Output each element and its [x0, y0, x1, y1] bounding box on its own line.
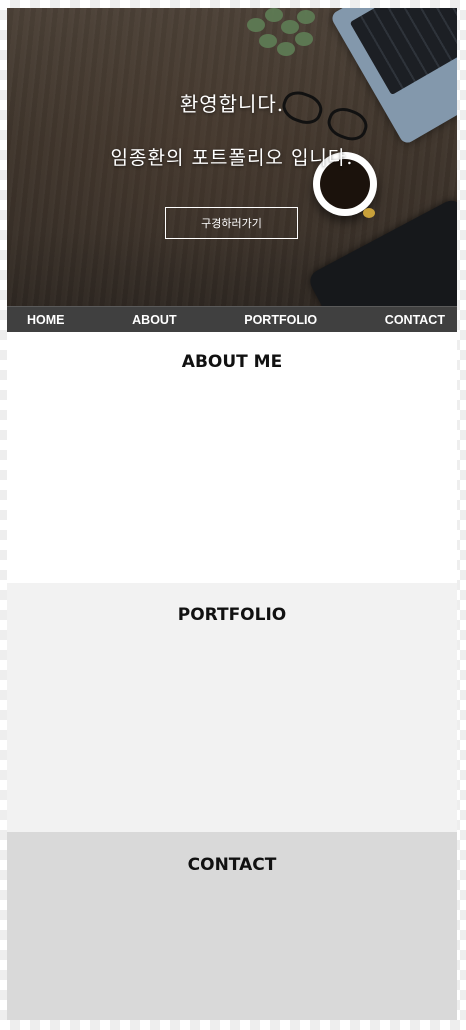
contact-section: CONTACT [7, 832, 457, 1020]
about-section: ABOUT ME [7, 332, 457, 583]
hero-text: 환영합니다. 임종환의 포트폴리오 입니다. [7, 88, 457, 170]
nav-item-about[interactable]: ABOUT [132, 313, 176, 327]
hero-banner: 환영합니다. 임종환의 포트폴리오 입니다. 구경하러가기 [7, 8, 457, 306]
phone-decoration [306, 196, 457, 306]
contact-title: CONTACT [187, 855, 277, 875]
main-nav: HOME ABOUT PORTFOLIO CONTACT [7, 306, 457, 332]
hero-subtitle: 임종환의 포트폴리오 입니다. [110, 147, 354, 169]
about-title: ABOUT ME [181, 352, 283, 372]
nav-item-contact[interactable]: CONTACT [385, 313, 445, 327]
nav-item-home[interactable]: HOME [27, 313, 65, 327]
page: 환영합니다. 임종환의 포트폴리오 입니다. 구경하러가기 HOME ABOUT… [7, 8, 457, 1020]
portfolio-title: PORTFOLIO [177, 605, 287, 625]
hero-greeting: 환영합니다. [179, 92, 285, 116]
nav-item-portfolio[interactable]: PORTFOLIO [244, 313, 317, 327]
browse-button[interactable]: 구경하러가기 [165, 207, 298, 239]
plant-decoration [237, 8, 327, 68]
portfolio-section: PORTFOLIO [7, 583, 457, 832]
spoon-decoration [363, 208, 375, 218]
